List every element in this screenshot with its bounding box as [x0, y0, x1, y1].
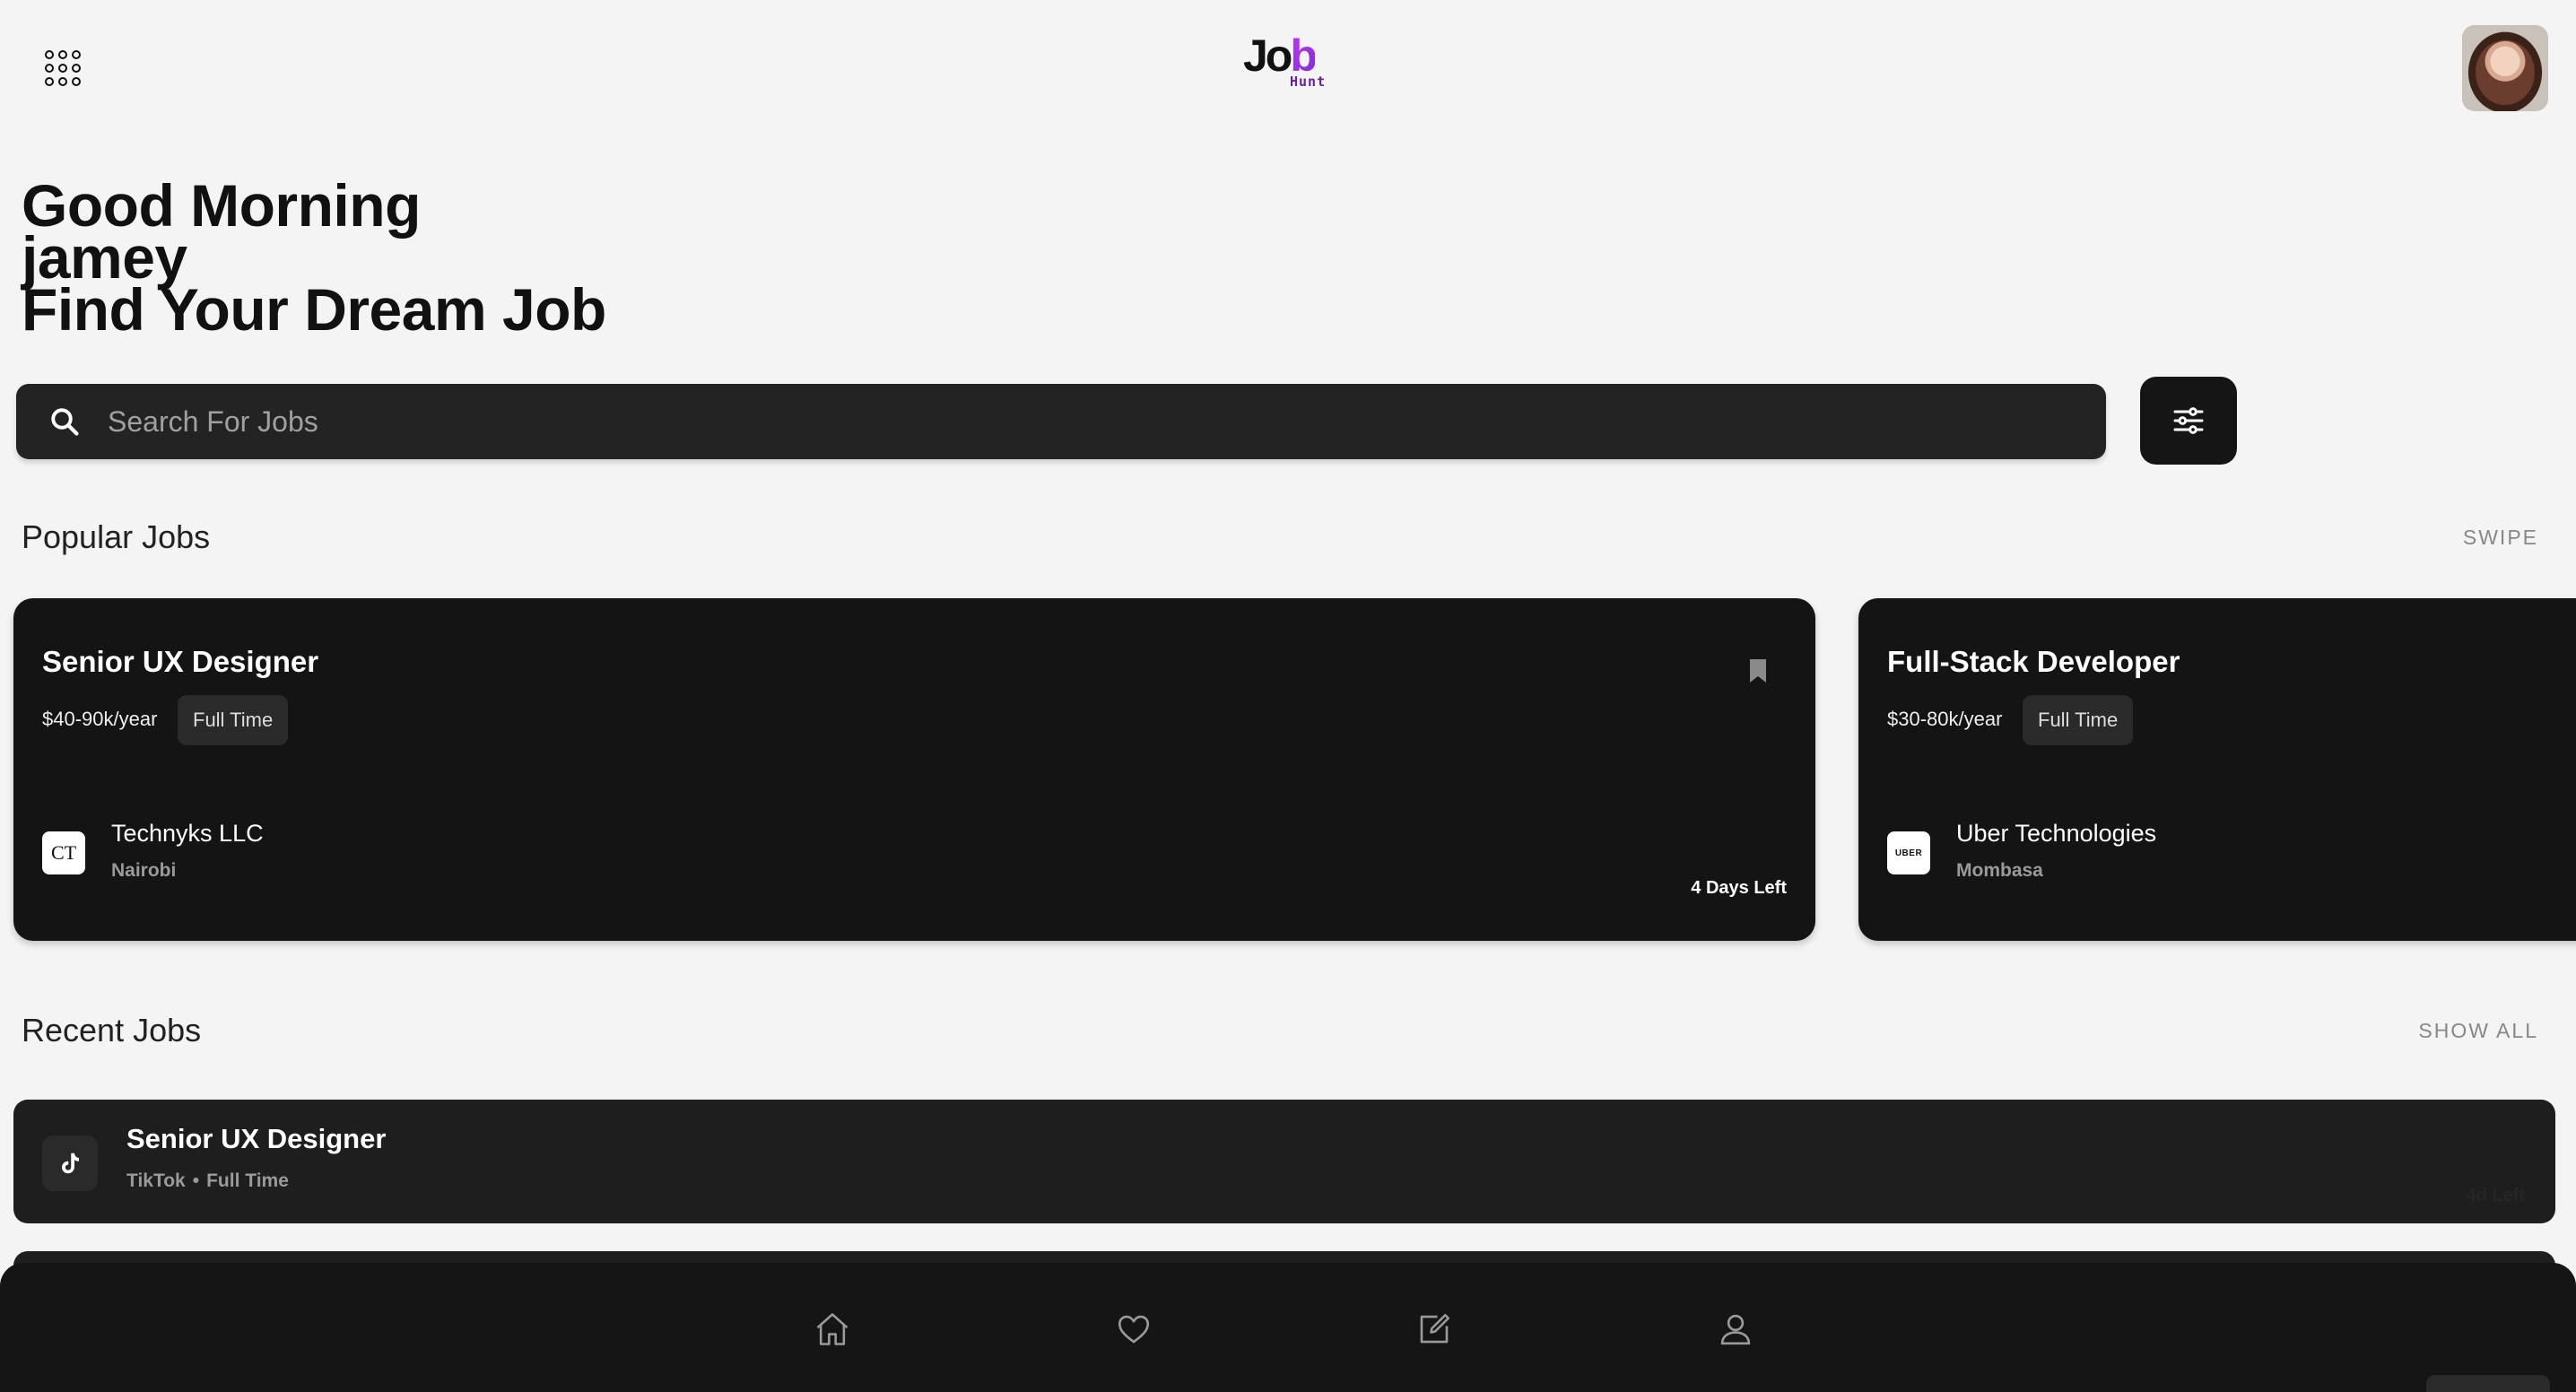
job-title: Full-Stack Developer — [1887, 645, 2180, 678]
nav-profile[interactable] — [1714, 1308, 1757, 1351]
recent-jobs-title: Recent Jobs — [22, 1012, 202, 1048]
sliders-icon — [2173, 407, 2204, 434]
days-left: 4 Days Left — [1691, 878, 1787, 898]
user-icon — [1720, 1314, 1751, 1345]
logo-text: Jo — [1243, 30, 1292, 81]
grid-dot-icon — [45, 77, 54, 86]
company-name: Technyks LLC — [111, 820, 264, 847]
job-location: Mombasa — [1956, 860, 2043, 881]
search-bar[interactable] — [16, 384, 2106, 459]
greeting-subtitle: Find Your Dream Job — [22, 276, 606, 343]
job-salary: $40-90k/year — [42, 708, 158, 730]
menu-grid-button[interactable] — [39, 45, 86, 91]
logo-subtext: Hunt — [1290, 74, 1327, 90]
company-name: Uber Technologies — [1956, 820, 2157, 847]
job-salary: $30-80k/year — [1887, 708, 2003, 730]
job-meta: TikTok • Full Time — [126, 1170, 289, 1192]
days-left: 4d Left — [2466, 1186, 2525, 1205]
job-type: Full Time — [206, 1170, 289, 1191]
grid-dot-icon — [45, 64, 54, 73]
popular-job-card[interactable]: Senior UX Designer $40-90k/year Full Tim… — [13, 598, 1815, 941]
company-name: TikTok — [126, 1170, 186, 1191]
greeting: Good Morning jamey Find Your Dream Job — [22, 176, 606, 343]
filter-button[interactable] — [2140, 377, 2237, 465]
user-avatar[interactable] — [2462, 25, 2548, 111]
swipe-link[interactable]: SWIPE — [2463, 526, 2538, 550]
nav-favorites[interactable] — [1112, 1308, 1155, 1351]
grid-dot-icon — [72, 50, 81, 59]
popular-jobs-title: Popular Jobs — [22, 518, 211, 555]
show-all-link[interactable]: SHOW ALL — [2418, 1019, 2538, 1043]
search-icon — [51, 408, 79, 436]
grid-dot-icon — [72, 77, 81, 86]
nav-applications[interactable] — [1413, 1308, 1456, 1351]
edit-icon — [1420, 1313, 1450, 1344]
popular-job-card[interactable]: Full-Stack Developer $30-80k/year Full T… — [1858, 598, 2576, 941]
grid-dot-icon — [58, 77, 67, 86]
grid-dot-icon — [45, 50, 54, 59]
bottom-navigation — [0, 1263, 2576, 1392]
grid-dot-icon — [72, 64, 81, 73]
grid-dot-icon — [58, 64, 67, 73]
app-root: Job Hunt Good Morning jamey Find Your Dr… — [0, 0, 2576, 1392]
job-type-badge: Full Time — [178, 695, 289, 745]
recent-job-item[interactable]: Senior UX Designer TikTok • Full Time 4d L… — [13, 1100, 2555, 1223]
search-input[interactable] — [108, 405, 2106, 439]
heart-icon — [1118, 1315, 1150, 1344]
home-icon — [816, 1313, 849, 1345]
job-title: Senior UX Designer — [126, 1123, 387, 1154]
nav-home[interactable] — [811, 1308, 854, 1351]
job-title: Senior UX Designer — [42, 645, 319, 678]
tiktok-icon — [62, 1153, 79, 1174]
job-type-badge: Full Time — [2023, 695, 2134, 745]
company-logo: UBER — [1887, 831, 1930, 874]
bookmark-icon[interactable] — [1747, 657, 1769, 684]
job-location: Nairobi — [111, 860, 177, 881]
floating-button[interactable] — [2426, 1375, 2550, 1392]
app-logo: Job Hunt — [1243, 30, 1327, 93]
meta-separator: • — [192, 1170, 200, 1191]
company-logo: CT — [42, 831, 85, 874]
grid-dot-icon — [58, 50, 67, 59]
tiktok-logo — [42, 1135, 98, 1191]
